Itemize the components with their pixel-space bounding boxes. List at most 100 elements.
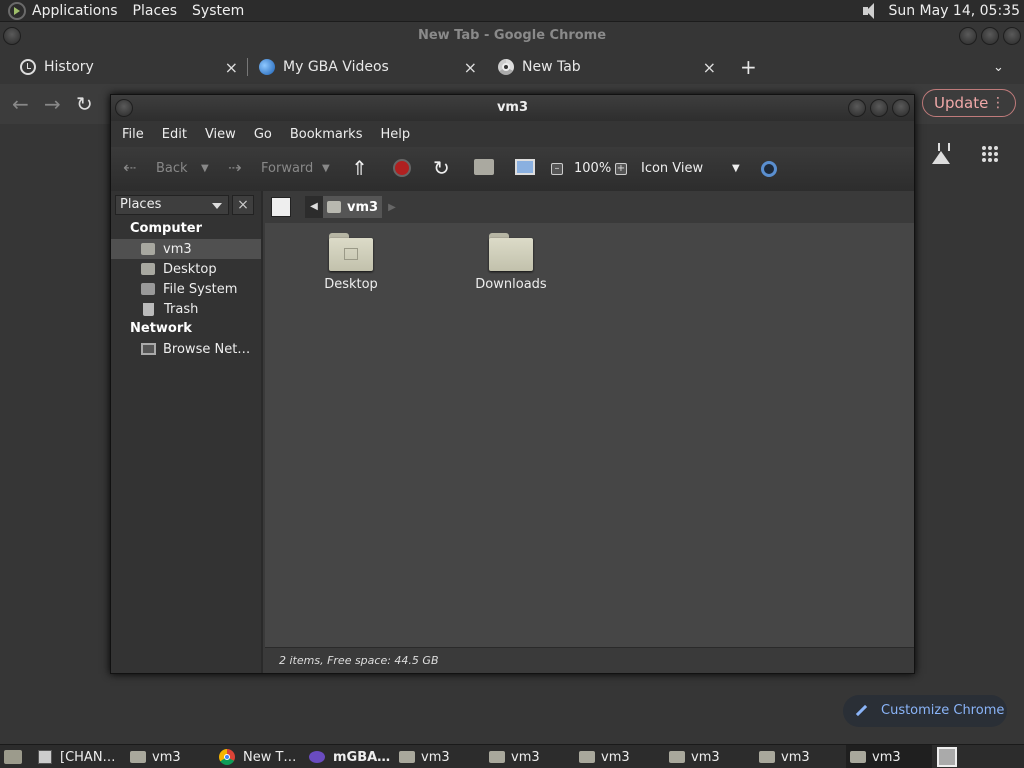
places-menu[interactable]: Places — [133, 3, 178, 19]
volume-icon[interactable] — [860, 2, 882, 20]
kebab-menu-icon[interactable]: ⋮ — [991, 90, 1005, 116]
computer-header: Computer — [130, 221, 203, 236]
path-right-arrow-icon[interactable]: ▶ — [388, 202, 396, 213]
location-edit-icon[interactable] — [271, 197, 291, 217]
sidebar-item-browse-network[interactable]: Browse Net… — [111, 339, 261, 359]
tab-close-icon[interactable]: × — [464, 58, 477, 77]
apps-grid-icon[interactable] — [982, 146, 998, 162]
taskbar-item-vm3[interactable]: vm3 — [399, 745, 450, 768]
tab-history[interactable]: History × — [20, 50, 242, 84]
back-button[interactable]: Back — [156, 161, 188, 176]
new-tab-button[interactable]: + — [740, 50, 757, 84]
menu-view[interactable]: View — [205, 127, 236, 142]
minimize-button[interactable] — [848, 99, 866, 117]
taskbar-item-vm3[interactable]: vm3 — [579, 745, 630, 768]
zoom-out-icon[interactable]: – — [551, 163, 563, 175]
sidebar-item-trash[interactable]: Trash — [111, 299, 261, 319]
show-desktop-icon[interactable] — [4, 750, 22, 764]
file-manager-toolbar: ⇠ Back ▼ ⇢ Forward ▼ ⇑ ↻ – 100% + Icon V… — [111, 147, 914, 191]
path-crumb-label: vm3 — [347, 199, 379, 215]
trash-icon — [143, 302, 154, 316]
reload-icon[interactable]: ↻ — [76, 92, 93, 116]
menu-file[interactable]: File — [122, 127, 144, 142]
file-item-desktop[interactable]: Desktop — [291, 233, 411, 292]
maximize-button[interactable] — [981, 27, 999, 45]
taskbar-item-chrome[interactable]: New T… — [219, 745, 296, 768]
applications-menu[interactable]: Applications — [32, 3, 118, 19]
file-item-downloads[interactable]: Downloads — [451, 233, 571, 292]
search-icon[interactable] — [761, 161, 777, 177]
home-folder-icon — [130, 751, 146, 763]
tab-search-chevron-icon[interactable]: ⌄ — [993, 50, 1004, 84]
bottom-taskbar: [CHAN… vm3 New T… mGBA… vm3 vm3 vm3 vm3 … — [0, 744, 1024, 768]
taskbar-label: vm3 — [601, 749, 630, 765]
sidebar-item-file-system[interactable]: File System — [111, 279, 261, 299]
distro-logo-icon[interactable] — [8, 1, 26, 20]
path-crumb-vm3[interactable]: vm3 — [323, 196, 383, 218]
tab-label: My GBA Videos — [283, 59, 389, 75]
menu-bookmarks[interactable]: Bookmarks — [290, 127, 363, 142]
window-menu-button[interactable] — [3, 27, 21, 45]
drive-icon — [141, 283, 155, 295]
pencil-icon — [855, 704, 868, 717]
tab-close-icon[interactable]: × — [703, 58, 716, 77]
taskbar-item-vm3[interactable]: vm3 — [669, 745, 720, 768]
taskbar-item-vm3[interactable]: vm3 — [130, 745, 181, 768]
sidebar-item-label: vm3 — [163, 241, 192, 257]
update-button[interactable]: Update ⋮ — [922, 89, 1016, 117]
chrome-titlebar: New Tab - Google Chrome — [0, 22, 1024, 50]
tab-new-tab[interactable]: New Tab × — [498, 50, 720, 84]
labs-flask-icon[interactable] — [932, 143, 952, 165]
window-menu-button[interactable] — [115, 99, 133, 117]
back-history-chevron-icon[interactable]: ▼ — [201, 163, 209, 174]
tab-gba-videos[interactable]: My GBA Videos × — [259, 50, 481, 84]
zoom-in-icon[interactable]: + — [615, 163, 627, 175]
view-mode-chevron-icon[interactable]: ▼ — [732, 163, 740, 174]
system-menu[interactable]: System — [192, 3, 244, 19]
minimize-button[interactable] — [959, 27, 977, 45]
top-panel: Applications Places System Sun May 14, 0… — [0, 0, 1024, 22]
maximize-button[interactable] — [870, 99, 888, 117]
taskbar-item-vm3[interactable]: vm3 — [489, 745, 540, 768]
clock[interactable]: Sun May 14, 05:35 — [888, 3, 1020, 19]
back-arrow-icon[interactable]: ⇠ — [123, 158, 136, 177]
forward-arrow-icon[interactable]: → — [44, 92, 61, 116]
menu-help[interactable]: Help — [380, 127, 410, 142]
places-select[interactable]: Places — [115, 195, 229, 215]
reload-icon[interactable]: ↻ — [433, 156, 450, 180]
forward-history-chevron-icon[interactable]: ▼ — [322, 163, 330, 174]
menu-go[interactable]: Go — [254, 127, 272, 142]
panel-tray: Sun May 14, 05:35 — [860, 2, 1024, 20]
menu-edit[interactable]: Edit — [162, 127, 187, 142]
taskbar-label: vm3 — [421, 749, 450, 765]
close-window-button[interactable] — [1003, 27, 1021, 45]
forward-arrow-icon[interactable]: ⇢ — [228, 158, 241, 177]
sidebar-item-vm3[interactable]: vm3 — [111, 239, 261, 259]
close-window-button[interactable] — [892, 99, 910, 117]
home-folder-icon[interactable] — [474, 159, 494, 175]
computer-icon[interactable] — [515, 159, 535, 175]
chrome-window-menu — [3, 27, 21, 45]
stop-icon[interactable] — [393, 159, 411, 177]
taskbar-item-vm3[interactable]: vm3 — [759, 745, 810, 768]
taskbar-item-vm3-active[interactable]: vm3 — [846, 745, 932, 768]
taskbar-label: [CHAN… — [60, 749, 116, 765]
back-arrow-icon[interactable]: ← — [12, 92, 29, 116]
path-left-arrow-icon[interactable]: ◀ — [305, 196, 323, 218]
forward-button[interactable]: Forward — [261, 161, 313, 176]
taskbar-item-mgba[interactable]: mGBA… — [309, 745, 390, 768]
taskbar-label: vm3 — [872, 749, 901, 765]
sidebar-close-button[interactable]: × — [232, 195, 254, 215]
text-editor-icon — [38, 750, 52, 764]
customize-chrome-button[interactable]: Customize Chrome — [843, 695, 1007, 727]
workspace-switcher[interactable] — [937, 747, 957, 767]
tab-label: History — [44, 59, 94, 75]
up-arrow-icon[interactable]: ⇑ — [351, 156, 368, 180]
view-mode-select[interactable]: Icon View — [641, 161, 703, 176]
tab-close-icon[interactable]: × — [225, 58, 238, 77]
tab-label: New Tab — [522, 59, 581, 75]
taskbar-item-editor[interactable]: [CHAN… — [38, 745, 116, 768]
mgba-icon — [309, 751, 325, 763]
sidebar-item-desktop[interactable]: Desktop — [111, 259, 261, 279]
sidebar-item-label: Browse Net… — [163, 341, 251, 357]
